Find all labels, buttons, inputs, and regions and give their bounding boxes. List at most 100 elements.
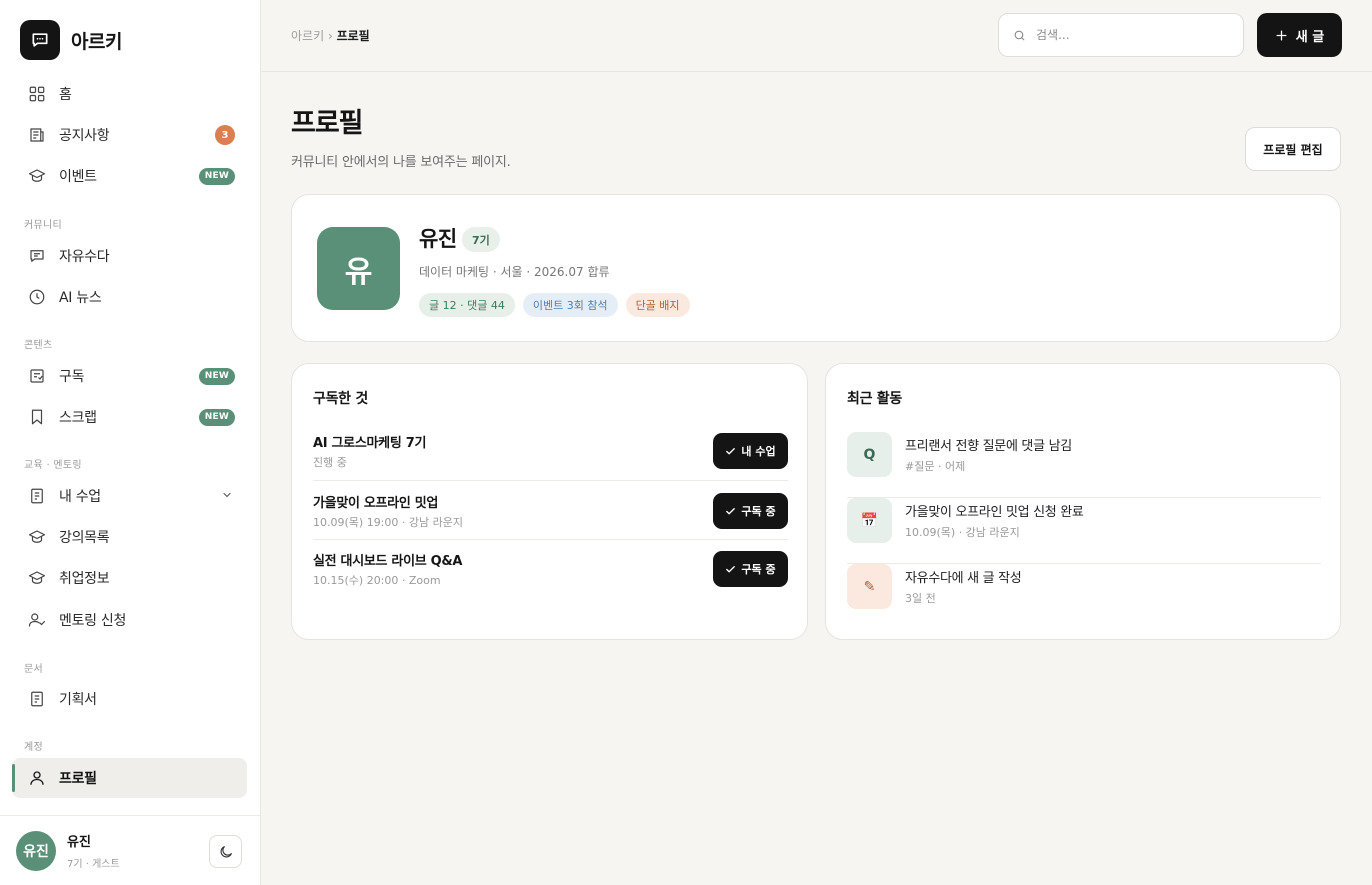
card-title: 구독한 것: [313, 391, 368, 407]
sidebar-item-label: 구독: [59, 369, 85, 385]
notice-icon: [28, 126, 46, 144]
user-name: 유진: [67, 835, 91, 850]
activity-meta: #질문 · 어제: [905, 460, 966, 473]
sidebar-item-label: 취업정보: [59, 571, 110, 587]
list-item: 실전 대시보드 라이브 Q&A 10.15(수) 20:00 · Zoom 구독…: [313, 550, 788, 598]
button-label: 내 수업: [741, 445, 776, 458]
sidebar-item-freetalk[interactable]: 자유수다: [12, 236, 247, 276]
activity-meta: 3일 전: [905, 592, 936, 605]
activity-item[interactable]: 📅 가을맞이 오프라인 밋업 신청 완료 10.09(목) · 강남 라운지: [847, 498, 1321, 564]
search-box[interactable]: [998, 13, 1244, 57]
sidebar-item-profile[interactable]: 프로필: [12, 758, 247, 798]
profile-meta: 데이터 마케팅 · 서울 · 2026.07 합류: [419, 265, 610, 279]
new-post-button[interactable]: 새 글: [1257, 13, 1342, 57]
profile-stats: 글 12 · 댓글 44 이벤트 3회 참석 단골 배지: [419, 293, 698, 317]
card-title: 최근 활동: [847, 391, 902, 407]
pencil-icon: ✎: [847, 564, 892, 609]
sidebar-item-label: 이벤트: [59, 169, 97, 185]
new-badge: NEW: [198, 408, 235, 426]
my-class-button[interactable]: 내 수업: [713, 433, 788, 469]
notice-count-badge: 3: [215, 125, 235, 145]
check-icon: [725, 564, 736, 575]
user-meta: 7기 · 게스트: [67, 859, 120, 870]
new-badge: NEW: [198, 167, 235, 185]
stat-chip-posts: 글 12 · 댓글 44: [419, 293, 515, 317]
subscriptions-card: 구독한 것 AI 그로스마케팅 7기 진행 중 내 수업 가을맞이 오프라인 밋…: [291, 363, 808, 640]
section-label-docs: 문서: [24, 664, 43, 675]
activity-item[interactable]: ✎ 자유수다에 새 글 작성 3일 전: [847, 564, 1321, 630]
activity-title: 가을맞이 오프라인 밋업 신청 완료: [905, 505, 1084, 520]
sidebar-item-label: 내 수업: [59, 489, 101, 505]
sidebar-item-label: 기획서: [59, 692, 97, 708]
sidebar-item-events[interactable]: 이벤트 NEW: [12, 156, 247, 196]
subscription-name: 가을맞이 오프라인 밋업: [313, 496, 439, 511]
subscription-meta: 10.15(수) 20:00 · Zoom: [313, 574, 441, 587]
sidebar-user: 유진 유진 7기 · 게스트: [0, 815, 260, 885]
check-icon: [725, 506, 736, 517]
document-icon: [28, 487, 46, 505]
breadcrumb-separator: ›: [324, 29, 337, 43]
edit-profile-button[interactable]: 프로필 편집: [1245, 127, 1341, 171]
list-item: AI 그로스마케팅 7기 진행 중 내 수업: [313, 432, 788, 481]
theme-toggle-button[interactable]: [209, 835, 242, 868]
clock-icon: [28, 288, 46, 306]
brand-name: 아르키: [71, 30, 122, 53]
check-icon: [725, 446, 736, 457]
sidebar-item-label: 자유수다: [59, 249, 110, 265]
section-label-account: 계정: [24, 742, 43, 753]
grid-icon: [28, 85, 46, 103]
sidebar-item-notice[interactable]: 공지사항 3: [12, 115, 247, 155]
page-subtitle: 커뮤니티 안에서의 나를 보여주는 페이지.: [291, 155, 511, 170]
user-check-icon: [28, 611, 46, 629]
activity-card: 최근 활동 Q 프리랜서 전향 질문에 댓글 남김 #질문 · 어제 📅 가을맞…: [825, 363, 1341, 640]
sidebar-item-scrap[interactable]: 스크랩 NEW: [12, 397, 247, 437]
sidebar-item-label: 홈: [59, 87, 72, 103]
page-title: 프로필: [291, 108, 364, 139]
new-badge: NEW: [198, 367, 235, 385]
topbar: 아르키 › 프로필 새 글: [261, 0, 1372, 72]
sidebar-item-label: 스크랩: [59, 410, 97, 426]
subscription-meta: 10.09(목) 19:00 · 강남 라운지: [313, 516, 463, 529]
subscribed-button[interactable]: 구독 중: [713, 551, 788, 587]
button-label: 구독 중: [741, 505, 776, 518]
sidebar-item-subscribe[interactable]: 구독 NEW: [12, 356, 247, 396]
new-post-label: 새 글: [1295, 29, 1325, 45]
avatar[interactable]: 유진: [16, 830, 56, 871]
section-label-education: 교육 · 멘토링: [24, 460, 82, 471]
graduation-cap-icon: [28, 528, 46, 546]
search-input[interactable]: [1036, 28, 1216, 42]
brand[interactable]: 아르키: [20, 20, 122, 60]
sidebar-item-label: 강의목록: [59, 530, 110, 546]
subscribed-button[interactable]: 구독 중: [713, 493, 788, 529]
sidebar-item-home[interactable]: 홈: [12, 74, 247, 114]
chat-icon: [28, 247, 46, 265]
activity-title: 자유수다에 새 글 작성: [905, 571, 1022, 586]
section-label-community: 커뮤니티: [24, 220, 62, 231]
chat-logo-icon: [20, 20, 60, 60]
sidebar-item-mentoring[interactable]: 멘토링 신청: [12, 600, 247, 640]
plus-icon: [1275, 29, 1288, 42]
stat-chip-badge: 단골 배지: [625, 293, 690, 317]
question-icon: Q: [847, 432, 892, 477]
bookmark-icon: [28, 408, 46, 426]
sidebar-item-label: 멘토링 신청: [59, 613, 127, 629]
list-item: 가을맞이 오프라인 밋업 10.09(목) 19:00 · 강남 라운지 구독 …: [313, 492, 788, 540]
sidebar-item-myclass[interactable]: 내 수업: [12, 476, 247, 516]
sidebar-item-ainews[interactable]: AI 뉴스: [12, 277, 247, 317]
breadcrumb-root[interactable]: 아르키: [291, 29, 324, 43]
sidebar-item-courses[interactable]: 강의목록: [12, 517, 247, 557]
document-icon: [28, 690, 46, 708]
activity-title: 프리랜서 전향 질문에 댓글 남김: [905, 439, 1072, 454]
profile-card: 유 유진 7기 데이터 마케팅 · 서울 · 2026.07 합류 글 12 ·…: [291, 194, 1341, 342]
sidebar-item-label: 공지사항: [59, 128, 110, 144]
button-label: 구독 중: [741, 563, 776, 576]
sidebar-item-label: 프로필: [59, 771, 97, 787]
chevron-down-icon[interactable]: [221, 489, 233, 505]
subscribe-icon: [28, 367, 46, 385]
sidebar-item-proposal[interactable]: 기획서: [12, 679, 247, 719]
profile-avatar: 유: [317, 227, 400, 310]
generation-badge: 7기: [462, 227, 500, 252]
search-icon: [1014, 30, 1025, 40]
sidebar-item-jobs[interactable]: 취업정보: [12, 558, 247, 598]
activity-item[interactable]: Q 프리랜서 전향 질문에 댓글 남김 #질문 · 어제: [847, 432, 1321, 498]
